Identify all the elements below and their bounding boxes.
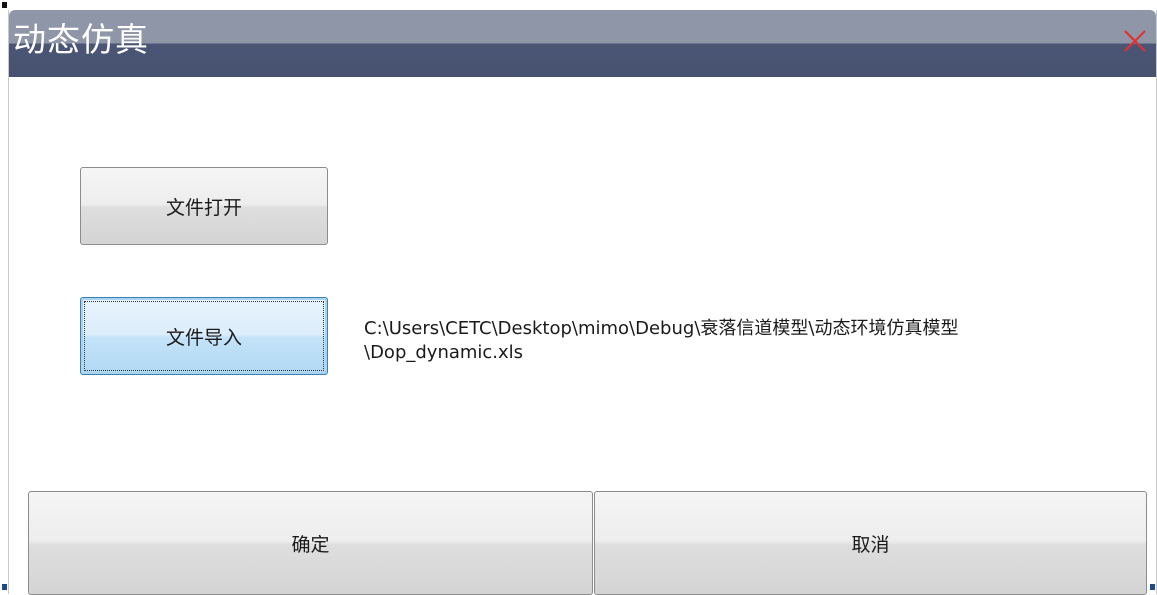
file-import-label: 文件导入: [165, 326, 242, 349]
ok-label: 确定: [291, 533, 330, 556]
close-icon: [1124, 30, 1146, 52]
corner-marker-bottom-right: [1150, 584, 1155, 590]
corner-marker-bottom-left: [2, 584, 7, 590]
file-path-text: C:\Users\CETC\Desktop\mimo\Debug\衰落信道模型\…: [364, 318, 959, 363]
cancel-button[interactable]: 取消: [594, 491, 1147, 595]
close-button[interactable]: [1120, 26, 1150, 56]
title-bar[interactable]: 动态仿真: [9, 10, 1156, 77]
file-open-button[interactable]: 文件打开: [80, 167, 328, 245]
ok-button[interactable]: 确定: [28, 491, 593, 595]
dialog-window: 动态仿真 文件打开 文件导入 C:\Users\CETC\Desktop\mim…: [8, 10, 1157, 595]
window-title: 动态仿真: [13, 20, 149, 59]
cancel-label: 取消: [851, 533, 890, 556]
file-import-button[interactable]: 文件导入: [80, 297, 328, 375]
corner-marker-top-left: [2, 2, 7, 8]
file-open-label: 文件打开: [165, 196, 242, 219]
